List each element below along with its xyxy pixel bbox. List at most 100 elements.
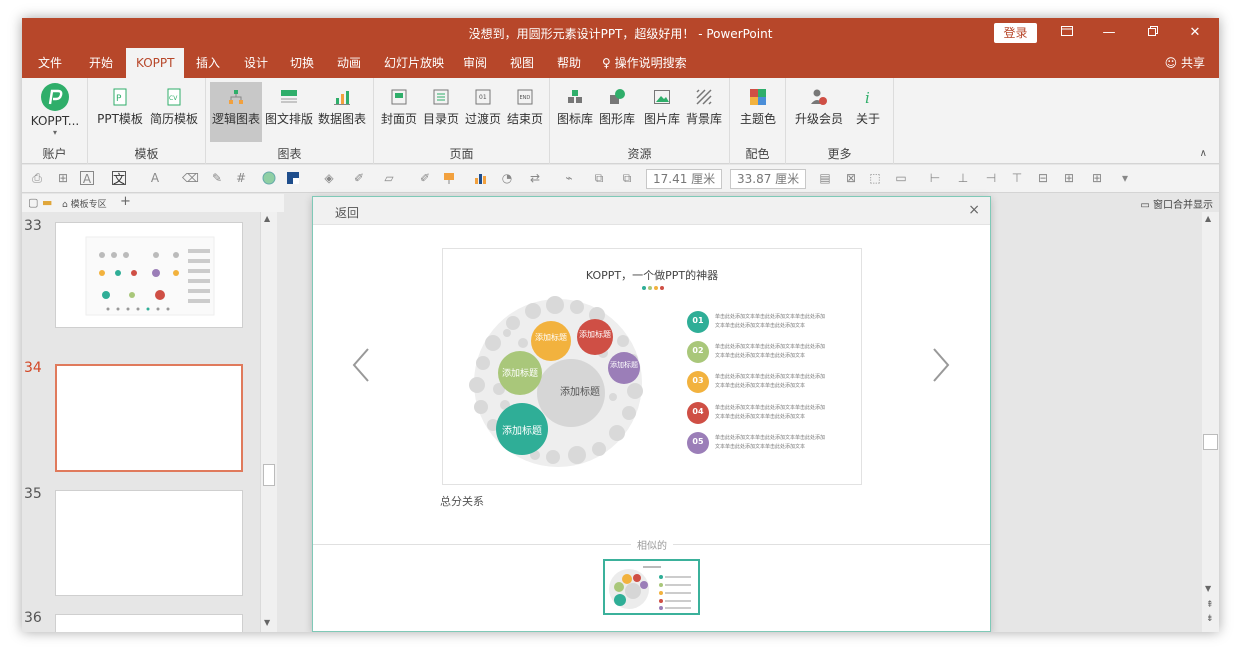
group-icon[interactable]: ⧉ — [592, 171, 606, 185]
image-text-layout-button[interactable]: 图文排版 — [264, 82, 314, 142]
tab-transitions[interactable]: 切换 — [280, 48, 324, 78]
template-preview[interactable]: KOPPT，一个做PPT的神器 添加标题 添加标题 添加标题 添加标题 添加标题… — [442, 248, 862, 485]
tab-help[interactable]: 帮助 — [547, 48, 591, 78]
align-center-icon[interactable]: ⊥ — [956, 171, 970, 185]
koppt-account-button[interactable]: KOPPT... ▾ — [26, 82, 84, 142]
font-color-icon[interactable]: A — [148, 171, 162, 185]
prev-arrow-icon[interactable] — [351, 347, 371, 393]
fill-color-icon[interactable] — [286, 171, 300, 185]
new-page-icon[interactable]: ▢ — [28, 196, 38, 209]
select-icon[interactable]: ⬚ — [868, 171, 882, 185]
slide-thumbnail-36[interactable] — [55, 614, 243, 632]
highlight-icon[interactable] — [442, 171, 456, 185]
distribute-v-icon[interactable]: ⊞ — [1090, 171, 1104, 185]
align-top-icon[interactable]: ⊤ — [1010, 171, 1024, 185]
bubble-label-orange: 添加标题 — [535, 333, 567, 342]
slide-thumbnail-34[interactable] — [55, 364, 243, 472]
scroll-thumb[interactable] — [263, 464, 275, 486]
restore-icon[interactable] — [1138, 22, 1168, 44]
tab-animations[interactable]: 动画 — [327, 48, 371, 78]
more-dropdown-icon[interactable]: ▾ — [1118, 171, 1132, 185]
outline-icon[interactable]: ▱ — [382, 171, 396, 185]
distribute-icon[interactable]: ⊞ — [1062, 171, 1076, 185]
next-slide-icon[interactable]: ⇟ — [1206, 614, 1214, 624]
list-text-line: 单击此处添加文本单击此处添加文本单击此处添加 — [715, 435, 826, 441]
align-left-icon[interactable]: ⊢ — [928, 171, 942, 185]
tab-slideshow[interactable]: 幻灯片放映 — [374, 48, 454, 78]
shape-width-input[interactable]: 17.41 厘米 — [646, 169, 722, 189]
rectangle-icon[interactable]: ▭ — [894, 171, 908, 185]
prev-slide-icon[interactable]: ⇞ — [1206, 600, 1214, 610]
table-icon[interactable]: ▤ — [818, 171, 832, 185]
template-zone-tab[interactable]: ⌂ 模板专区 — [62, 197, 107, 210]
upgrade-member-button[interactable]: 升级会员 — [794, 82, 844, 142]
restore-ribbon-icon[interactable] — [1052, 22, 1082, 44]
transition-page-button[interactable]: 01 过渡页 — [464, 82, 502, 142]
print-icon[interactable]: ⎙ — [30, 171, 44, 185]
tab-insert[interactable]: 插入 — [186, 48, 230, 78]
add-tab-icon[interactable]: + — [120, 194, 131, 209]
resume-template-button[interactable]: CV 简历模板 — [148, 82, 200, 142]
shape-merge-icon[interactable]: ◔ — [500, 171, 514, 185]
icon-library-button[interactable]: 图标库 — [556, 82, 594, 142]
end-page-button[interactable]: END 结束页 — [506, 82, 544, 142]
paint-bucket-icon[interactable]: ◈ — [322, 171, 336, 185]
koppt-account-label: KOPPT... — [30, 114, 80, 128]
tab-view[interactable]: 视图 — [500, 48, 544, 78]
arrange-icon[interactable]: ⇄ — [528, 171, 542, 185]
align-right-icon[interactable]: ⊣ — [984, 171, 998, 185]
scroll-down-icon[interactable]: ▼ — [264, 618, 270, 627]
scroll-down-icon[interactable]: ▼ — [1205, 584, 1211, 593]
delete-box-icon[interactable]: ⊠ — [844, 171, 858, 185]
folder-icon[interactable]: ▬ — [42, 196, 52, 209]
crop-icon[interactable]: # — [234, 171, 248, 185]
background-library-button[interactable]: 背景库 — [684, 82, 724, 142]
slide-thumbnail-33[interactable] — [55, 222, 243, 328]
scroll-up-icon[interactable]: ▲ — [264, 214, 270, 223]
effects-icon[interactable]: ⌁ — [562, 171, 576, 185]
eyedropper-icon[interactable]: ✐ — [352, 171, 366, 185]
login-button[interactable]: 登录 — [994, 23, 1037, 43]
cover-page-button[interactable]: 封面页 — [380, 82, 418, 142]
eraser-icon[interactable]: ⌫ — [182, 171, 199, 185]
similar-template-thumbnail[interactable] — [603, 559, 700, 615]
slide-thumbnail-35[interactable] — [55, 490, 243, 596]
window-merge-toggle[interactable]: ▭ 窗口合并显示 — [1140, 196, 1213, 211]
collapse-ribbon-icon[interactable]: ∧ — [1200, 148, 1207, 159]
dialog-close-button[interactable]: × — [968, 202, 980, 218]
about-button[interactable]: i 关于 — [850, 82, 886, 142]
tab-home[interactable]: 开始 — [79, 48, 123, 78]
scroll-up-icon[interactable]: ▲ — [1205, 214, 1211, 223]
scroll-thumb[interactable] — [1203, 434, 1218, 450]
logic-chart-button[interactable]: 逻辑图表 — [210, 82, 262, 142]
chart-icon[interactable] — [474, 171, 488, 185]
eyedropper-2-icon[interactable]: ✐ — [418, 171, 432, 185]
shape-library-button[interactable]: 图形库 — [598, 82, 636, 142]
close-icon[interactable]: ✕ — [1180, 22, 1210, 44]
circle-shape-icon[interactable] — [262, 171, 276, 185]
tab-review[interactable]: 审阅 — [453, 48, 497, 78]
back-button[interactable]: 返回 — [335, 204, 359, 221]
tab-koppt[interactable]: KOPPT — [126, 48, 185, 78]
ppt-template-button[interactable]: P PPT模板 — [94, 82, 146, 142]
editor-scrollbar[interactable]: ▲ ▼ ⇞ ⇟ — [1202, 212, 1219, 632]
toc-page-button[interactable]: 目录页 — [422, 82, 460, 142]
layout-grid-icon[interactable]: ⊞ — [56, 171, 70, 185]
shape-height-input[interactable]: 33.87 厘米 — [730, 169, 806, 189]
pen-icon[interactable]: ✎ — [210, 171, 224, 185]
data-chart-button[interactable]: 数据图表 — [316, 82, 368, 142]
tab-file[interactable]: 文件 — [28, 48, 72, 78]
tell-me-search[interactable]: ♀ 操作说明搜索 — [592, 48, 697, 78]
align-middle-icon[interactable]: ⊟ — [1036, 171, 1050, 185]
theme-color-button[interactable]: 主题色 — [736, 82, 780, 142]
minimize-icon[interactable]: — — [1094, 22, 1124, 44]
text-format-icon[interactable]: 文 — [112, 171, 126, 186]
picture-library-button[interactable]: 图片库 — [642, 82, 682, 142]
share-button[interactable]: ☺ 共享 — [1165, 48, 1205, 78]
textbox-icon[interactable]: A — [80, 171, 94, 186]
thumbnail-scrollbar[interactable]: ▲ ▼ — [260, 212, 277, 632]
next-arrow-icon[interactable] — [931, 347, 951, 393]
tab-design[interactable]: 设计 — [234, 48, 278, 78]
ungroup-icon[interactable]: ⧉ — [620, 171, 634, 185]
list-text-line: 单击此处添加文本单击此处添加文本单击此处添加 — [715, 314, 826, 320]
